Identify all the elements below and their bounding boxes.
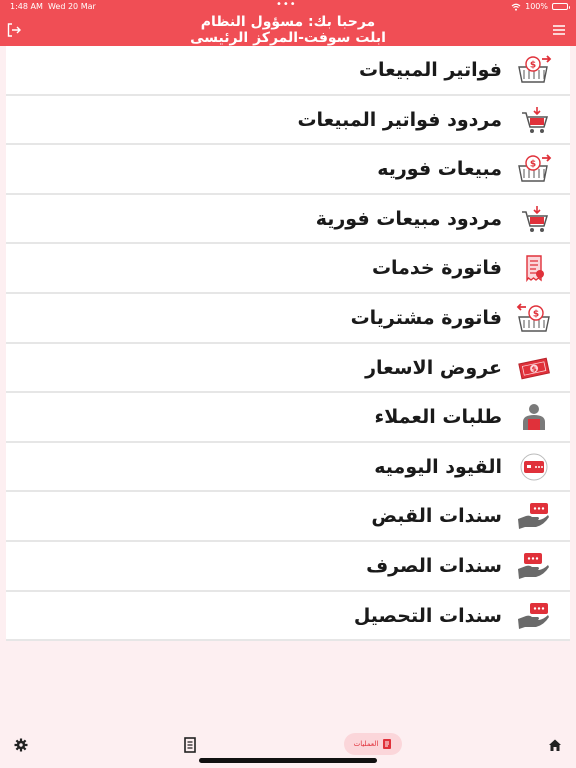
return-cart-icon — [522, 106, 549, 133]
menu-item-services-invoice[interactable]: فاتورة خدمات — [6, 244, 570, 294]
menu-item-instant-sales-returns[interactable]: مردود مبيعات فورية — [6, 194, 570, 245]
tab-operations[interactable]: العمليات — [344, 733, 402, 755]
status-right: 100% — [511, 2, 570, 11]
sales-basket-icon: $ — [518, 55, 552, 83]
menu-item-label: سندات القبض — [371, 505, 502, 528]
menu-item-label: مردود مبيعات فورية — [315, 207, 502, 230]
tab-operations-label: العمليات — [353, 740, 379, 748]
money-bill-icon: $ — [518, 357, 550, 379]
menu-item-purchase-invoice[interactable]: $ فاتورة مشتريات — [6, 293, 570, 344]
receipt-icon — [526, 255, 544, 283]
status-date-text: Wed 20 Mar — [47, 2, 96, 11]
menu-item-collection-vouchers[interactable]: سندات التحصيل — [6, 591, 570, 642]
sales-basket-icon: $ — [518, 154, 552, 182]
journal-card-icon — [520, 453, 548, 481]
menu-item-label: فواتير المبيعات — [358, 59, 502, 81]
menu-item-label: القيود اليوميه — [374, 455, 502, 478]
status-time: 1:48 AM Wed 20 Mar — [10, 2, 96, 11]
svg-text:$: $ — [530, 61, 536, 71]
hand-card-icon — [518, 602, 549, 629]
menu-item-label: عروض الاسعار — [365, 356, 502, 379]
greeting-text: مرحبا بك: مسؤول النظام — [200, 14, 376, 30]
status-bar: 1:48 AM Wed 20 Mar ••• 100% — [0, 0, 576, 14]
menu-item-sales-invoice-returns[interactable]: مردود فواتير المبيعات — [6, 95, 570, 146]
menu-item-instant-sales[interactable]: $ مبيعات فوريه — [6, 145, 570, 195]
menu-item-daily-journal[interactable]: القيود اليوميه — [6, 442, 570, 493]
menu-item-label: سندات الصرف — [366, 554, 502, 577]
return-cart-icon — [522, 205, 549, 232]
app-header: مرحبا بك: مسؤول النظام ابلت سوفت-المركز … — [0, 14, 576, 46]
svg-text:$: $ — [530, 160, 536, 170]
purchase-basket-icon: $ — [516, 303, 550, 332]
menu-item-sales-invoices[interactable]: $ فواتير المبيعات — [6, 46, 570, 96]
document-icon[interactable] — [183, 737, 197, 753]
hand-card-icon — [518, 503, 549, 530]
status-time-text: 1:48 AM — [10, 2, 43, 11]
menu-item-label: طلبات العملاء — [374, 406, 503, 429]
menu-item-label: مبيعات فوريه — [377, 158, 502, 181]
menu-item-label: مردود فواتير المبيعات — [297, 108, 502, 131]
header-title: مرحبا بك: مسؤول النظام ابلت سوفت-المركز … — [0, 14, 576, 46]
battery-percent: 100% — [525, 2, 548, 11]
hamburger-menu-icon[interactable] — [552, 23, 566, 37]
svg-text:$: $ — [533, 309, 539, 319]
hand-card-icon — [518, 552, 549, 579]
menu-item-price-quotes[interactable]: $ عروض الاسعار — [6, 343, 570, 394]
company-text: ابلت سوفت-المركز الرئيسى — [190, 30, 386, 46]
operations-icon — [383, 739, 392, 749]
menu-item-payment-vouchers[interactable]: سندات الصرف — [6, 541, 570, 592]
menu-list: $ فواتير المبيعات مردود فواتير المبيعات … — [0, 46, 576, 642]
multitasking-dots-icon[interactable]: ••• — [276, 0, 297, 10]
battery-icon — [552, 3, 570, 10]
menu-item-customer-orders[interactable]: طلبات العملاء — [6, 393, 570, 443]
menu-item-label: فاتورة مشتريات — [350, 306, 502, 329]
home-icon[interactable] — [548, 738, 562, 752]
gear-icon[interactable] — [14, 738, 28, 752]
wifi-icon — [511, 3, 521, 11]
home-indicator[interactable] — [199, 758, 377, 763]
menu-item-label: سندات التحصيل — [353, 604, 502, 627]
customer-icon — [523, 404, 545, 431]
menu-item-label: فاتورة خدمات — [371, 257, 502, 280]
menu-item-receipt-vouchers[interactable]: سندات القبض — [6, 492, 570, 542]
